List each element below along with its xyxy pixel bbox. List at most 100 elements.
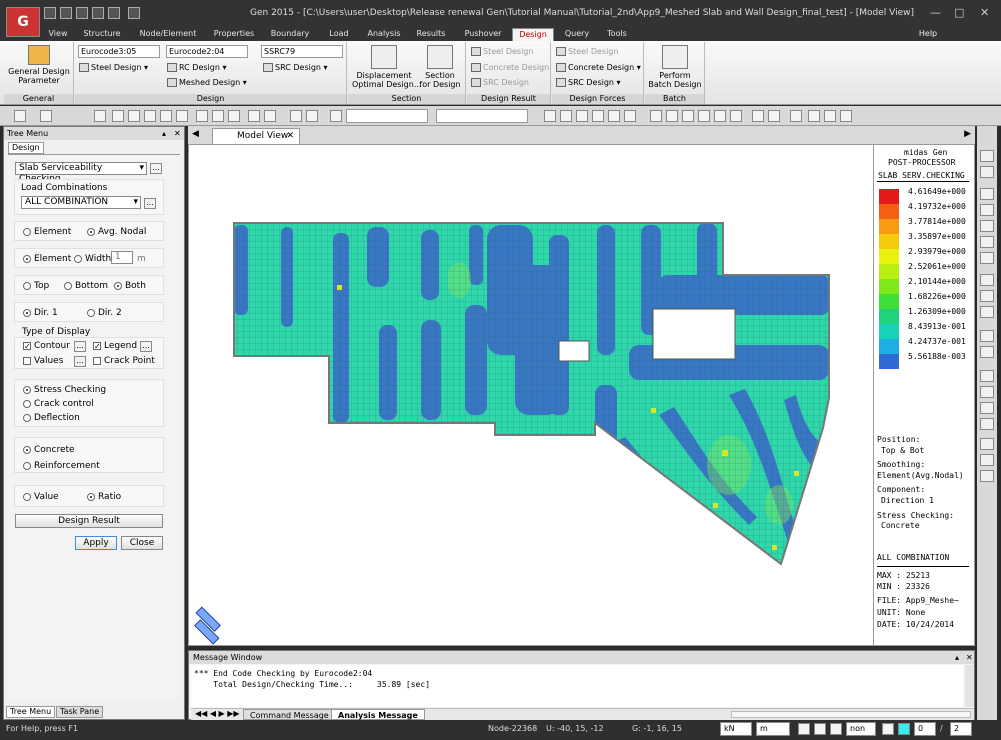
menu-structure[interactable]: Structure [82,28,122,41]
undo-icon[interactable] [14,110,26,122]
msg-pin-icon[interactable]: ▴ [955,651,959,664]
forces-steel-design-button[interactable]: Steel Design [556,47,618,56]
normal-icon[interactable] [980,470,994,482]
select-line-icon[interactable] [144,110,156,122]
length-unit-select[interactable]: m [756,722,790,736]
iso-view-icon[interactable] [624,110,636,122]
activate-icon[interactable] [290,110,302,122]
perform-batch-design-button[interactable]: Perform Batch Design [647,45,703,89]
select-filter-combo[interactable] [346,109,428,123]
axis-icon[interactable] [980,438,994,450]
panel-close-icon[interactable]: ✕ [174,127,181,140]
perspective-icon[interactable] [682,110,694,122]
tab-tree-menu[interactable]: Tree Menu [6,706,56,718]
menu-load[interactable]: Load [326,28,352,41]
radio-top[interactable]: Top [23,281,49,291]
new-icon[interactable] [44,7,56,19]
view-left-icon[interactable] [980,386,994,398]
color-status-icon[interactable] [898,723,910,735]
radio-both[interactable]: Both [114,281,146,291]
load-combination-more-button[interactable]: ... [144,198,156,209]
minimize-icon[interactable]: — [930,6,941,19]
values-options-button[interactable]: ... [74,356,86,367]
pointer-icon[interactable] [330,110,342,122]
snap-line-icon[interactable] [830,723,842,735]
view-bottom-icon[interactable] [980,418,994,430]
unselect-icon[interactable] [196,110,208,122]
app-logo-icon[interactable]: G [6,7,40,37]
menu-properties[interactable]: Properties [212,28,256,41]
menu-analysis[interactable]: Analysis [366,28,402,41]
move-icon[interactable] [980,306,994,318]
radio-stress-checking[interactable]: Stress Checking [23,385,106,395]
help-status-icon[interactable] [882,723,894,735]
radio-ratio[interactable]: Ratio [87,492,121,502]
radio-reinforcement[interactable]: Reinforcement [23,461,100,471]
radio-element[interactable]: Element [23,227,71,237]
select-identity-icon[interactable] [248,110,260,122]
tab-design[interactable]: Design [8,142,44,154]
radio-dir1[interactable]: Dir. 1 [23,308,58,318]
view-iso-icon[interactable] [980,370,994,382]
radio-value[interactable]: Value [23,492,59,502]
result-steel-design-button[interactable]: Steel Design [471,47,533,56]
restore-icon[interactable]: □ [954,6,964,19]
menu-query[interactable]: Query [562,28,592,41]
lock2-icon[interactable] [840,110,852,122]
section-for-design-button[interactable]: Section for Design [418,45,462,89]
select-previous-icon[interactable] [228,110,240,122]
radio-bottom[interactable]: Bottom [64,281,108,291]
radio-deflection[interactable]: Deflection [23,413,80,423]
force-unit-select[interactable]: kN [720,722,752,736]
hidden-icon[interactable] [650,110,662,122]
message-log[interactable]: *** End Code Checking by Eurocode2:04 To… [191,665,963,707]
front-view-icon[interactable] [608,110,620,122]
msg-close-icon[interactable]: ✕ [966,651,973,664]
menu-tools[interactable]: Tools [602,28,632,41]
deactivate-icon[interactable] [306,110,318,122]
capture-icon[interactable] [790,110,802,122]
src-code-select[interactable]: SSRC79 [261,45,343,58]
check-contour[interactable]: ✓ Contour [23,341,70,351]
pan-icon[interactable] [576,110,588,122]
select-icon[interactable] [94,110,106,122]
result-concrete-design-button[interactable]: Concrete Design [471,63,549,72]
snap-select[interactable]: non [846,722,876,736]
render-icon[interactable] [698,110,710,122]
result-src-design-button[interactable]: SRC Design [471,78,529,87]
pan-right-icon[interactable] [980,290,994,302]
redraw-icon[interactable] [980,330,994,342]
rc-design-button[interactable]: RC Design ▾ [167,63,226,72]
horizontal-scrollbar[interactable] [731,711,971,718]
display-icon[interactable] [714,110,726,122]
grid-icon[interactable] [752,110,764,122]
snap-icon[interactable] [768,110,780,122]
view-right-icon[interactable] [980,402,994,414]
tab-command-message[interactable]: Command Message [243,709,336,720]
width-input[interactable]: 1 [111,251,133,264]
radio-width[interactable]: Width [74,254,111,264]
select-all-icon[interactable] [212,110,224,122]
forces-src-design-button[interactable]: SRC Design ▾ [556,78,621,87]
msg-nav-icon[interactable]: ◀◀ ◀ ▶ ▶▶ [195,709,240,718]
menu-results[interactable]: Results [414,28,448,41]
menu-node-element[interactable]: Node/Element [138,28,198,41]
page-input[interactable]: 0 [914,722,936,736]
initial-view-icon[interactable] [980,346,994,358]
radio-avg-nodal[interactable]: Avg. Nodal [87,227,146,237]
snap-node-icon[interactable] [798,723,810,735]
steel-design-button[interactable]: Steel Design ▾ [79,63,148,72]
tab-task-pane[interactable]: Task Pane [56,706,104,718]
undo-icon[interactable] [128,7,140,19]
print-view-icon[interactable] [808,110,820,122]
tab-model-view[interactable]: Model View ✕ [212,128,300,144]
radio-concrete[interactable]: Concrete [23,445,75,455]
close-icon[interactable]: ✕ [980,6,989,19]
zoom-fit-icon[interactable] [544,110,556,122]
tab-scroll-left-icon[interactable]: ◀ [192,129,199,139]
select-volume-icon[interactable] [176,110,188,122]
radio-element-width[interactable]: Element [23,254,71,264]
query-icon[interactable] [264,110,276,122]
function-select[interactable]: Slab Serviceability Checking▾ [15,162,147,184]
save-icon[interactable] [76,7,88,19]
